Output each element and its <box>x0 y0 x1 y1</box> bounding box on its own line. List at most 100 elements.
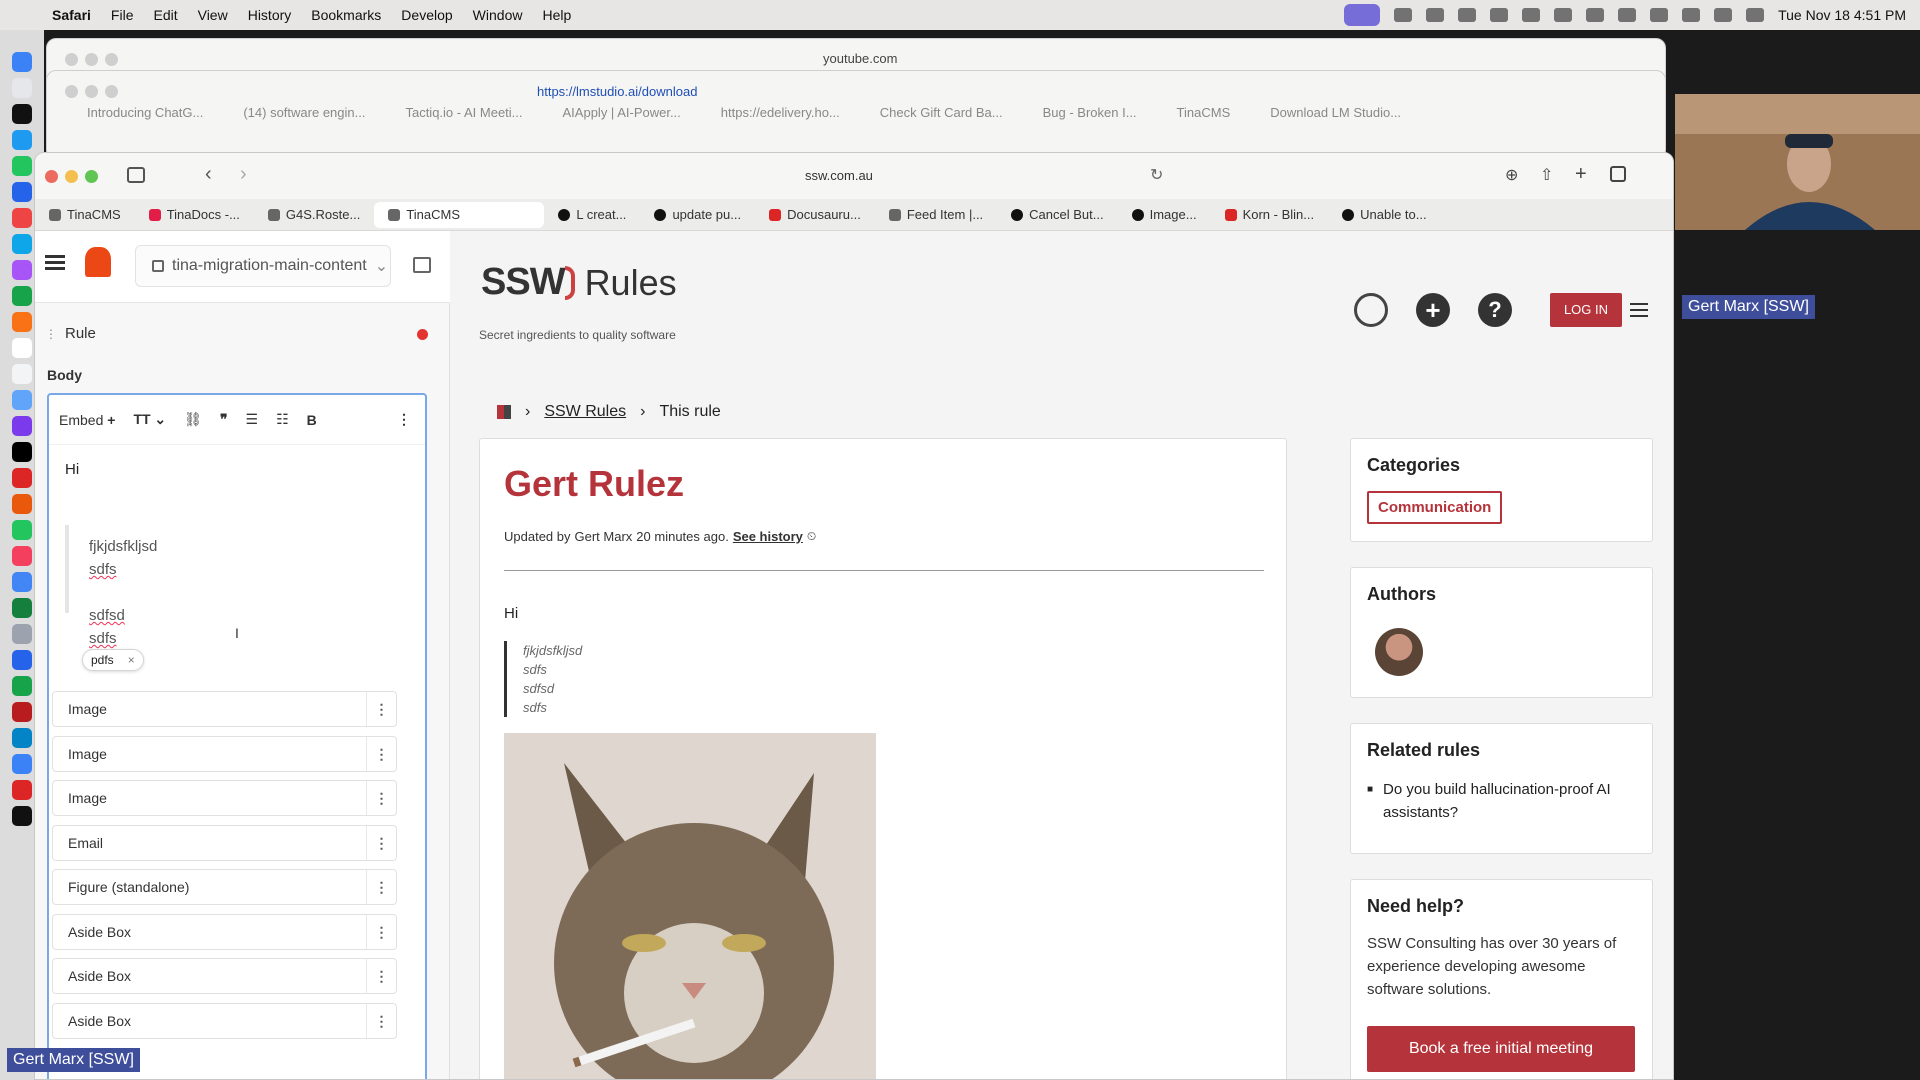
reload-icon[interactable]: ↻ <box>1150 165 1163 185</box>
status-icon[interactable] <box>1490 8 1509 22</box>
status-icon[interactable] <box>1554 8 1573 22</box>
more-icon[interactable]: ⋮ <box>397 411 411 428</box>
tab[interactable]: Docusauru... <box>755 202 875 228</box>
finder-icon[interactable] <box>12 52 32 72</box>
control-center-icon[interactable] <box>1746 8 1765 22</box>
more-icon[interactable]: ⋮ <box>366 915 396 949</box>
new-tab-icon[interactable]: + <box>1575 163 1587 186</box>
menu-file[interactable]: File <box>111 7 134 23</box>
minimize-window-button[interactable] <box>65 170 78 183</box>
app-icon[interactable] <box>12 208 32 228</box>
menu-edit[interactable]: Edit <box>153 7 177 23</box>
terminal-icon[interactable] <box>12 442 32 462</box>
sidebar-toggle-icon[interactable] <box>127 167 145 183</box>
share-icon[interactable]: ⇧ <box>1540 165 1553 185</box>
more-icon[interactable]: ⋮ <box>366 959 396 993</box>
author-avatar[interactable] <box>1375 628 1423 676</box>
menu-bookmarks[interactable]: Bookmarks <box>311 7 381 23</box>
block-item[interactable]: Image ⋮ <box>52 736 397 772</box>
app-icon[interactable] <box>12 494 32 514</box>
ssw-logo[interactable]: SSW Rules <box>481 261 677 304</box>
url-text[interactable]: youtube.com <box>823 51 897 66</box>
menu-help[interactable]: Help <box>542 7 571 23</box>
app-icon[interactable] <box>12 156 32 176</box>
tab[interactable]: Introducing ChatG... <box>87 105 203 120</box>
block-item[interactable]: Email ⋮ <box>52 825 397 861</box>
more-icon[interactable]: ⋮ <box>366 781 396 815</box>
see-history-link[interactable]: See history <box>733 529 803 544</box>
blockquote[interactable]: fjkjdsfkljsd sdfs sdfsd sdfs <box>89 535 157 650</box>
search-icon[interactable] <box>1714 8 1733 22</box>
status-icon[interactable] <box>1586 8 1605 22</box>
remove-icon[interactable]: × <box>128 653 135 667</box>
tab[interactable]: TinaDocs -... <box>135 202 254 228</box>
tab[interactable]: Download LM Studio... <box>1270 105 1401 120</box>
tab[interactable]: Unable to... <box>1328 202 1441 228</box>
tab[interactable]: Check Gift Card Ba... <box>880 105 1003 120</box>
related-rule-item[interactable]: ■ Do you build hallucination-proof AI as… <box>1367 778 1637 824</box>
menu-view[interactable]: View <box>198 7 228 23</box>
embed-button[interactable]: Embed + <box>59 412 115 428</box>
heading-dropdown[interactable]: TT ⌄ <box>133 411 166 428</box>
tab[interactable]: L creat... <box>544 202 640 228</box>
block-item[interactable]: Aside Box ⋮ <box>52 1003 397 1039</box>
app-icon[interactable] <box>12 468 32 488</box>
home-icon[interactable] <box>497 405 511 419</box>
more-icon[interactable]: ⋮ <box>366 826 396 860</box>
app-icon[interactable] <box>12 286 32 306</box>
address-bar[interactable]: ssw.com.au <box>805 168 873 183</box>
forward-icon[interactable]: › <box>240 163 247 186</box>
menu-window[interactable]: Window <box>473 7 523 23</box>
app-icon[interactable] <box>12 806 32 826</box>
login-button[interactable]: LOG IN <box>1550 293 1622 327</box>
background-window-lmstudio[interactable]: https://lmstudio.ai/download Introducing… <box>46 70 1666 160</box>
embed-chip[interactable]: pdfs × <box>82 649 144 671</box>
menu-icon[interactable] <box>1630 303 1648 305</box>
more-icon[interactable]: ⋮ <box>366 1004 396 1038</box>
app-icon[interactable] <box>12 624 32 644</box>
tab[interactable]: (14) software engin... <box>243 105 365 120</box>
tab[interactable]: Tactiq.io - AI Meeti... <box>405 105 522 120</box>
app-icon[interactable] <box>12 416 32 436</box>
book-meeting-button[interactable]: Book a free initial meeting <box>1367 1026 1635 1072</box>
ordered-list-icon[interactable]: ☷ <box>276 411 289 428</box>
category-tag[interactable]: Communication <box>1367 491 1503 524</box>
app-icon[interactable] <box>12 546 32 566</box>
more-icon[interactable]: ⋮ <box>366 692 396 726</box>
app-icon[interactable] <box>12 676 32 696</box>
apple-icon[interactable] <box>20 7 36 23</box>
bullet-list-icon[interactable]: ☰ <box>246 411 259 428</box>
paragraph[interactable]: Hi <box>65 461 79 478</box>
app-icon[interactable] <box>12 182 32 202</box>
app-icon[interactable] <box>12 130 32 150</box>
app-icon[interactable] <box>12 520 32 540</box>
bluetooth-icon[interactable] <box>1618 8 1637 22</box>
app-icon[interactable] <box>12 104 32 124</box>
status-icon[interactable] <box>1394 8 1413 22</box>
help-icon[interactable]: ? <box>1478 293 1512 327</box>
menu-app[interactable]: Safari <box>52 7 91 23</box>
quote-icon[interactable]: ❞ <box>220 411 228 428</box>
tab[interactable]: Cancel But... <box>997 202 1117 228</box>
app-icon[interactable] <box>12 754 32 774</box>
tab[interactable]: https://edelivery.ho... <box>721 105 840 120</box>
app-icon[interactable] <box>12 598 32 618</box>
tab[interactable]: update pu... <box>640 202 755 228</box>
block-item[interactable]: Image ⋮ <box>52 780 397 816</box>
app-icon[interactable] <box>12 650 32 670</box>
chrome-icon[interactable] <box>12 572 32 592</box>
tab-active[interactable]: TinaCMS <box>374 201 545 228</box>
close-window-button[interactable] <box>45 170 58 183</box>
app-icon[interactable] <box>12 390 32 410</box>
back-icon[interactable]: ‹ <box>205 163 212 186</box>
more-icon[interactable]: ⋮ <box>366 737 396 771</box>
app-icon[interactable] <box>12 234 32 254</box>
calendar-icon[interactable] <box>12 338 32 358</box>
menu-develop[interactable]: Develop <box>401 7 452 23</box>
status-icon[interactable] <box>1522 8 1541 22</box>
wifi-icon[interactable] <box>1682 8 1701 22</box>
menu-icon[interactable] <box>45 255 65 258</box>
zoom-window-button[interactable] <box>85 170 98 183</box>
chatgpt-icon[interactable] <box>1354 293 1388 327</box>
app-icon[interactable] <box>12 702 32 722</box>
